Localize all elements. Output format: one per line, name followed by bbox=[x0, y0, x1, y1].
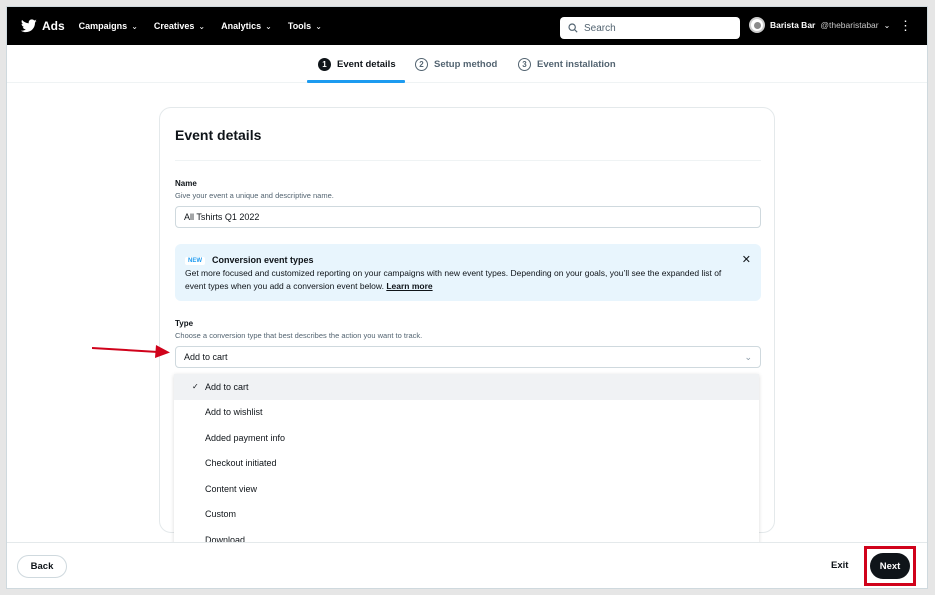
option-label: Content view bbox=[205, 483, 258, 494]
brand-label: Ads bbox=[42, 19, 65, 33]
name-field[interactable]: All Tshirts Q1 2022 bbox=[175, 206, 761, 228]
step-label: Event installation bbox=[537, 59, 616, 70]
option-label: Added payment info bbox=[205, 432, 286, 443]
chevron-down-icon: ⌄ bbox=[883, 20, 891, 30]
name-value: All Tshirts Q1 2022 bbox=[184, 212, 260, 222]
step-label: Event details bbox=[337, 59, 396, 70]
chevron-down-icon: ⌄ bbox=[744, 352, 752, 362]
step-label: Setup method bbox=[434, 59, 498, 70]
type-select[interactable]: Add to cart ⌄ bbox=[175, 346, 761, 368]
account-name: Barista Bar bbox=[770, 20, 816, 30]
nav-campaigns[interactable]: Campaigns ⌄ bbox=[79, 21, 138, 31]
search-icon bbox=[568, 23, 578, 33]
option-label: Add to cart bbox=[205, 381, 249, 392]
active-step-indicator bbox=[307, 80, 405, 83]
divider bbox=[175, 160, 761, 161]
learn-more-link[interactable]: Learn more bbox=[386, 281, 432, 291]
stepper: 1 Event details 2 Setup method 3 Event i… bbox=[7, 45, 927, 83]
close-icon[interactable]: ✕ bbox=[742, 253, 751, 266]
step-number: 3 bbox=[518, 58, 531, 71]
annotation-arrow-icon bbox=[92, 345, 170, 358]
nav-analytics-label: Analytics bbox=[221, 21, 262, 31]
nav-analytics[interactable]: Analytics ⌄ bbox=[221, 21, 272, 31]
nav-tools[interactable]: Tools ⌄ bbox=[288, 21, 322, 31]
top-nav: Ads Campaigns ⌄ Creatives ⌄ Analytics ⌄ Too… bbox=[7, 7, 927, 45]
chevron-down-icon: ⌄ bbox=[131, 21, 138, 31]
dropdown-option[interactable]: Content view bbox=[174, 476, 759, 502]
step-setup-method[interactable]: 2 Setup method bbox=[415, 58, 497, 71]
search-placeholder: Search bbox=[584, 22, 616, 34]
footer-bar: Back Exit Next bbox=[7, 542, 927, 588]
page-title: Event details bbox=[175, 127, 262, 143]
chevron-down-icon: ⌄ bbox=[315, 21, 322, 31]
dropdown-option[interactable]: Added payment info bbox=[174, 425, 759, 451]
type-dropdown-list: ✓ Add to cart Add to wishlist Added paym… bbox=[174, 374, 759, 550]
search-input[interactable]: Search bbox=[560, 17, 740, 39]
name-helper: Give your event a unique and descriptive… bbox=[175, 191, 334, 200]
option-label: Custom bbox=[205, 509, 237, 520]
new-badge: NEW bbox=[185, 257, 205, 265]
step-event-installation[interactable]: 3 Event installation bbox=[518, 58, 616, 71]
more-options-icon[interactable]: ⋮ bbox=[899, 19, 912, 32]
notice-title: Conversion event types bbox=[212, 255, 314, 265]
app-window: Ads Campaigns ⌄ Creatives ⌄ Analytics ⌄ Too… bbox=[6, 6, 928, 589]
notice-body: Get more focused and customized reportin… bbox=[185, 267, 730, 293]
type-helper: Choose a conversion type that best descr… bbox=[175, 331, 423, 340]
chevron-down-icon: ⌄ bbox=[198, 21, 206, 31]
type-label: Type bbox=[175, 319, 194, 328]
dropdown-option[interactable]: Checkout initiated bbox=[174, 451, 759, 477]
step-number: 2 bbox=[415, 58, 428, 71]
nav-creatives[interactable]: Creatives ⌄ bbox=[154, 21, 205, 31]
option-label: Checkout initiated bbox=[205, 458, 277, 469]
notice-text: Get more focused and customized reportin… bbox=[185, 268, 722, 291]
checkmark-icon: ✓ bbox=[192, 382, 199, 392]
chevron-down-icon: ⌄ bbox=[265, 21, 272, 31]
conversion-types-notice: NEW Conversion event types Get more focu… bbox=[175, 244, 761, 301]
type-selected-value: Add to cart bbox=[184, 352, 228, 362]
next-button[interactable]: Next bbox=[870, 553, 910, 579]
nav-campaigns-label: Campaigns bbox=[78, 21, 128, 31]
dropdown-option[interactable]: Add to wishlist bbox=[174, 400, 759, 426]
exit-button[interactable]: Exit bbox=[831, 560, 848, 571]
avatar bbox=[749, 17, 765, 33]
dropdown-option[interactable]: Custom bbox=[174, 502, 759, 528]
twitter-bird-icon bbox=[21, 19, 37, 33]
dropdown-option[interactable]: ✓ Add to cart bbox=[174, 374, 759, 400]
nav-creatives-label: Creatives bbox=[153, 21, 195, 31]
account-handle: @thebaristabar bbox=[820, 20, 879, 30]
step-event-details[interactable]: 1 Event details bbox=[318, 58, 396, 71]
option-label: Add to wishlist bbox=[205, 407, 263, 418]
nav-tools-label: Tools bbox=[287, 21, 312, 31]
step-number: 1 bbox=[318, 58, 331, 71]
name-label: Name bbox=[175, 179, 197, 188]
back-button[interactable]: Back bbox=[17, 555, 67, 578]
brand-logo[interactable]: Ads bbox=[21, 19, 65, 33]
account-switcher[interactable]: Barista Bar @thebaristabar ⌄ bbox=[749, 17, 890, 33]
